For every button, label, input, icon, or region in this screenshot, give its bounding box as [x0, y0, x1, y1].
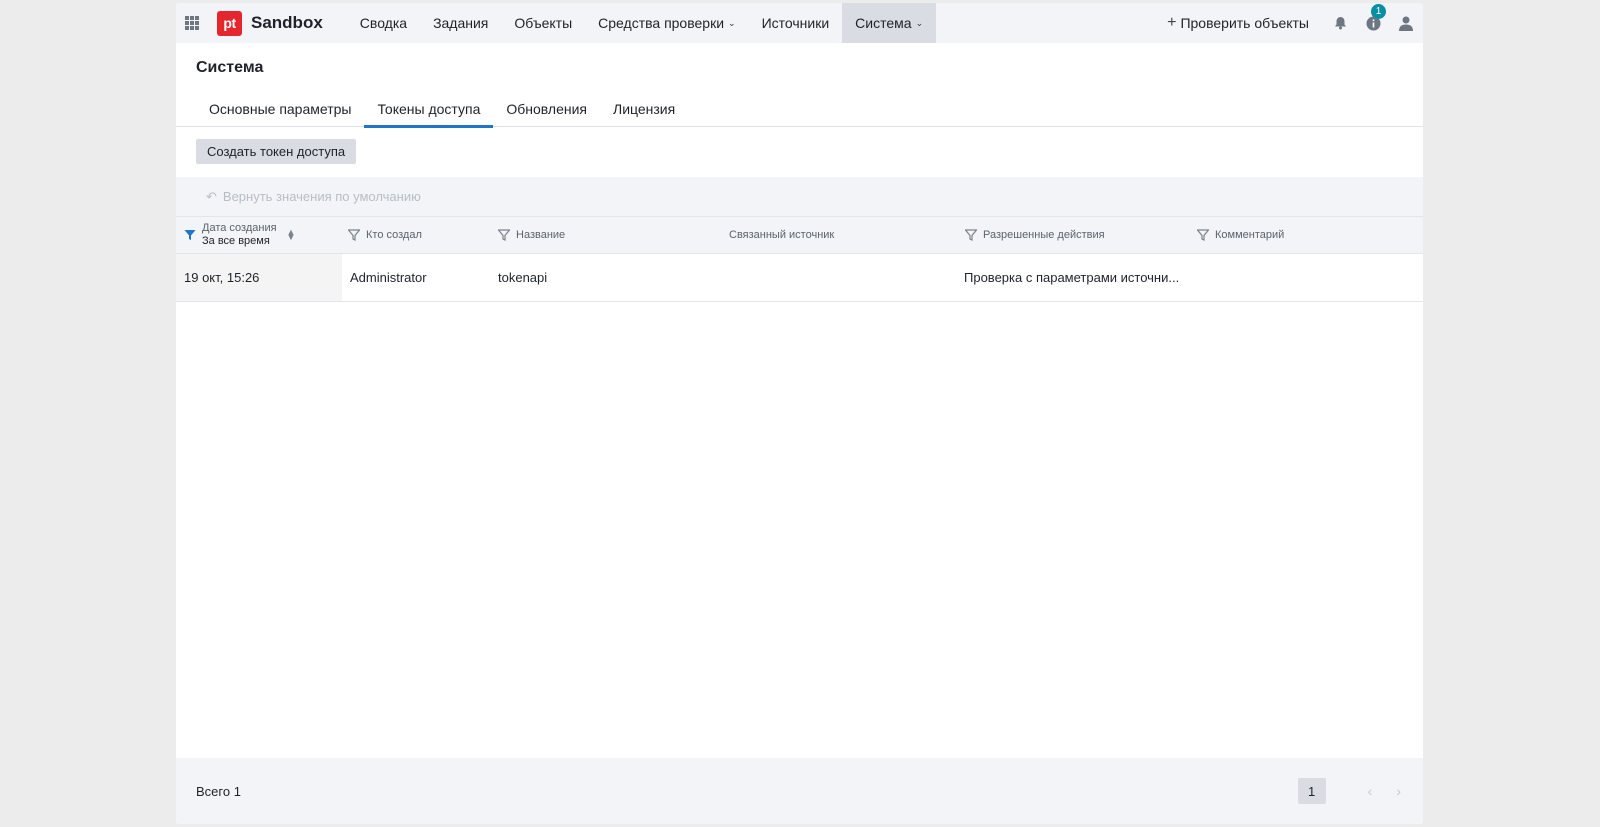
tab-access-tokens[interactable]: Токены доступа: [364, 91, 494, 128]
page-number-button[interactable]: 1: [1297, 778, 1326, 804]
nav-item-label: Сводка: [359, 15, 408, 31]
column-label: Кто создал: [366, 229, 422, 241]
cell-name: tokenapi: [498, 270, 548, 285]
page-title: Система: [196, 59, 264, 76]
reset-defaults-link[interactable]: Вернуть значения по умолчанию: [223, 189, 421, 204]
user-icon[interactable]: [1397, 14, 1415, 32]
chevron-left-icon[interactable]: ‹: [1368, 783, 1373, 799]
column-header-name[interactable]: Название: [498, 217, 565, 253]
bell-icon[interactable]: [1331, 14, 1349, 32]
nav-item-summary[interactable]: Сводка: [347, 3, 420, 43]
filter-icon[interactable]: [965, 229, 977, 241]
notification-badge: 1: [1371, 4, 1386, 19]
column-header-author[interactable]: Кто создал: [348, 217, 422, 253]
nav-item-check-tools[interactable]: Средства проверки ⌄: [585, 3, 748, 43]
column-label: Комментарий: [1215, 229, 1285, 241]
undo-icon: ↶: [206, 188, 217, 204]
column-header-comment[interactable]: Комментарий: [1197, 217, 1284, 253]
nav-item-label: Задания: [433, 15, 489, 31]
tab-label: Лицензия: [613, 101, 676, 117]
nav-item-objects[interactable]: Объекты: [501, 3, 585, 43]
info-icon[interactable]: 1: [1364, 4, 1386, 32]
column-label: Разрешенные действия: [983, 229, 1105, 241]
table-toolbar: ↶ Вернуть значения по умолчанию: [176, 177, 1423, 216]
logo[interactable]: pt: [217, 10, 242, 36]
column-label: Связанный источник: [729, 229, 835, 241]
plus-icon: +: [1167, 14, 1177, 31]
date-header-labels: Дата создания За все время: [202, 222, 277, 248]
column-header-allowed-actions[interactable]: Разрешенные действия: [965, 217, 1105, 253]
filter-icon[interactable]: [1197, 229, 1209, 241]
tab-license[interactable]: Лицензия: [600, 91, 688, 127]
top-navigation: pt Sandbox Сводка Задания Объекты Средст…: [176, 3, 1423, 43]
tab-bar: Основные параметры Токены доступа Обновл…: [176, 91, 1423, 128]
cell-date: 19 окт, 15:26: [176, 254, 342, 301]
chevron-right-icon[interactable]: ›: [1396, 783, 1401, 799]
column-label: Дата создания: [202, 222, 277, 234]
tab-label: Токены доступа: [377, 101, 481, 117]
nav-item-tasks[interactable]: Задания: [420, 3, 501, 43]
table-header: Дата создания За все время ▲ ▼ Кто создал…: [176, 216, 1423, 254]
nav-item-label: Средства проверки: [598, 15, 725, 31]
pagination: 1 ‹ ›: [1297, 778, 1401, 804]
filter-icon[interactable]: [498, 229, 510, 241]
nav-item-system[interactable]: Система ⌄: [842, 3, 937, 43]
table-footer: Всего 1 1 ‹ ›: [176, 758, 1423, 824]
tab-updates[interactable]: Обновления: [493, 91, 600, 127]
column-label: Название: [516, 229, 566, 241]
tab-label: Основные параметры: [209, 101, 352, 117]
filter-active-icon[interactable]: [184, 229, 196, 241]
check-objects-label: Проверить объекты: [1180, 15, 1309, 31]
nav-item-sources[interactable]: Источники: [749, 3, 843, 43]
check-objects-button[interactable]: + Проверить объекты: [1167, 14, 1309, 32]
sort-icon[interactable]: ▲ ▼: [287, 228, 296, 242]
cell-allowed-actions: Проверка с параметрами источни...: [964, 270, 1180, 285]
chevron-down-icon: ⌄: [915, 17, 924, 28]
total-count: Всего 1: [196, 783, 241, 799]
column-header-date[interactable]: Дата создания За все время ▲ ▼: [184, 217, 295, 253]
tab-label: Обновления: [506, 101, 587, 117]
table-row[interactable]: 19 окт, 15:26 Administrator tokenapi Про…: [176, 254, 1423, 302]
apps-grid-icon[interactable]: [185, 16, 199, 30]
topbar-actions: + Проверить объекты 1: [1167, 3, 1423, 43]
tab-general-settings[interactable]: Основные параметры: [196, 91, 364, 127]
column-header-linked-source[interactable]: Связанный источник: [729, 217, 834, 253]
cell-author: Administrator: [350, 270, 427, 285]
nav-item-label: Источники: [761, 15, 830, 31]
create-token-button[interactable]: Создать токен доступа: [196, 139, 357, 164]
brand-name[interactable]: Sandbox: [251, 13, 323, 33]
chevron-down-icon: ⌄: [728, 17, 736, 28]
column-sublabel: За все время: [202, 235, 270, 247]
nav-item-label: Система: [855, 15, 912, 31]
filter-icon[interactable]: [348, 229, 360, 241]
app-window: pt Sandbox Сводка Задания Объекты Средст…: [176, 3, 1423, 824]
nav-item-label: Объекты: [514, 15, 573, 31]
